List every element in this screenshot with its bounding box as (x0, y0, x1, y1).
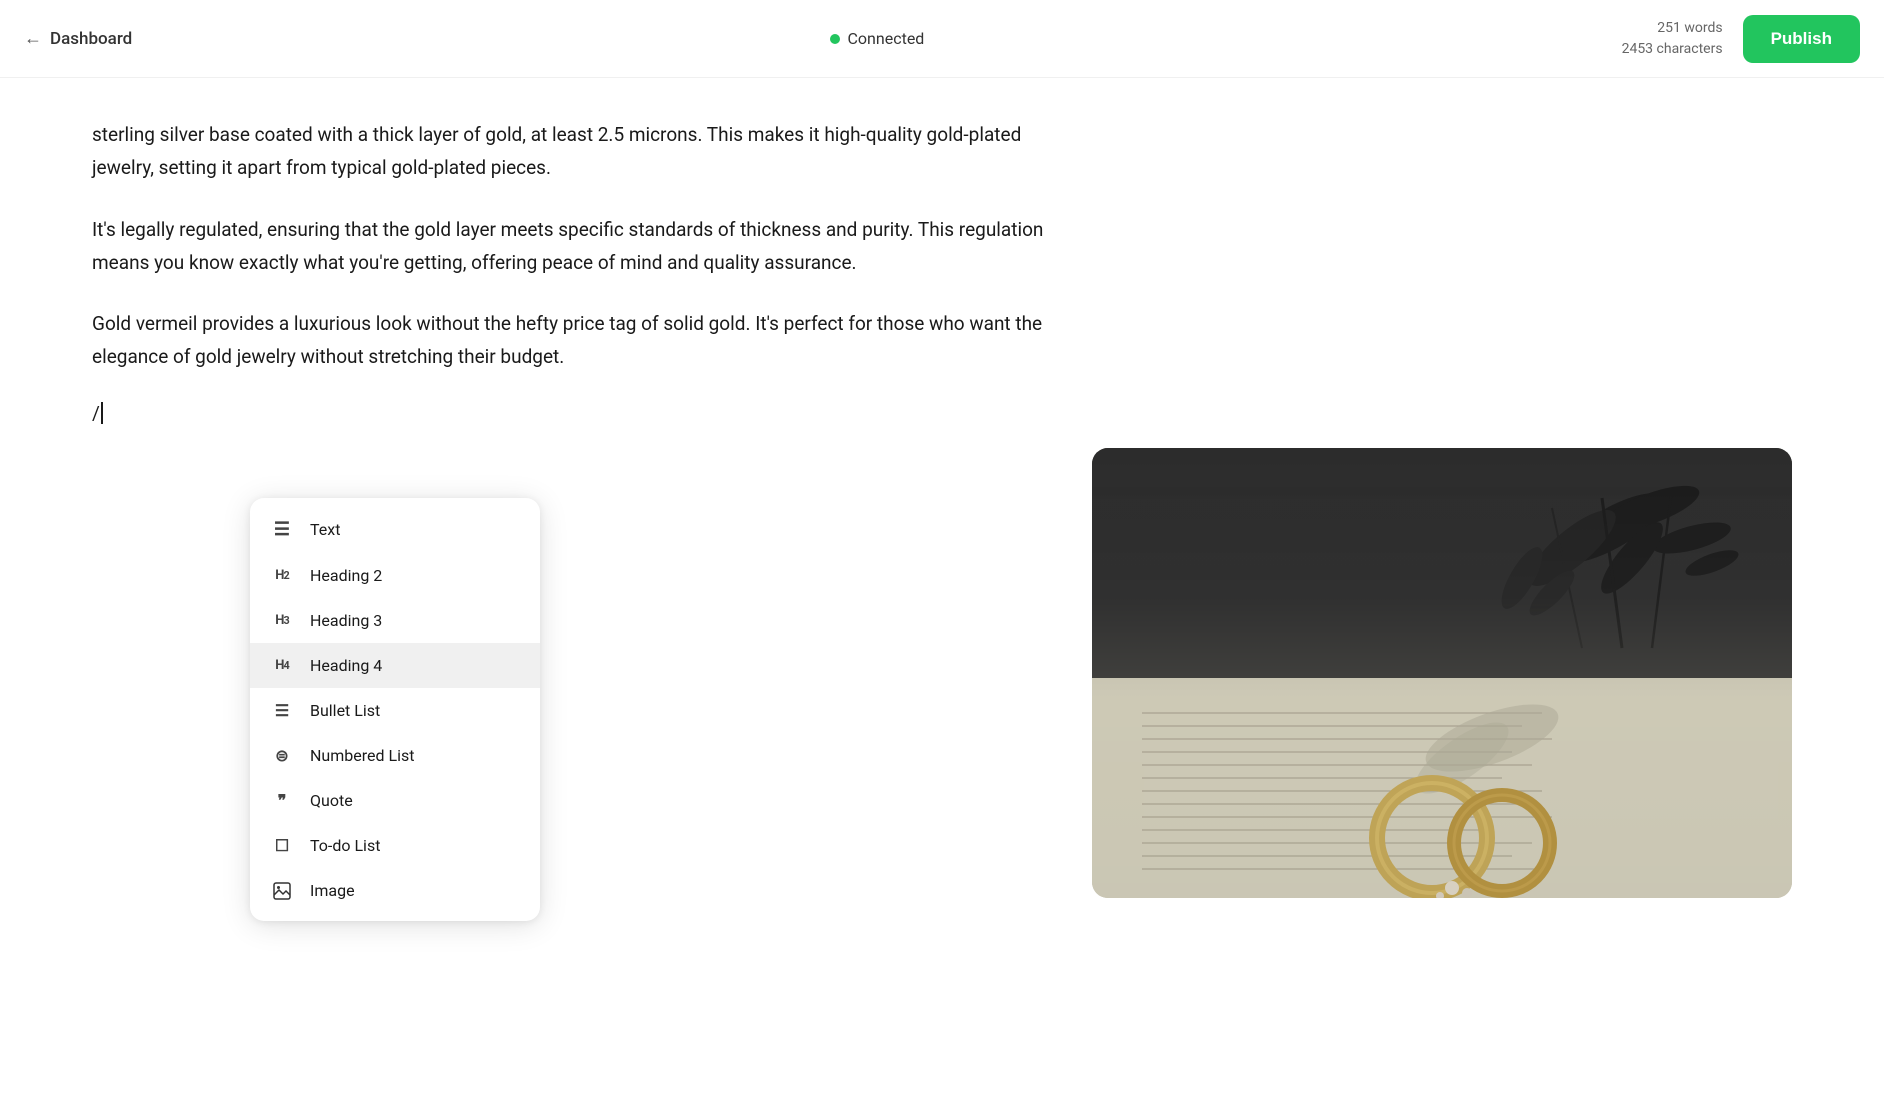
cursor-blink (101, 402, 103, 424)
back-arrow-icon: ← (24, 28, 42, 49)
quote-icon: ❞ (270, 791, 294, 810)
image-icon (270, 882, 294, 900)
bullet-list-label: Bullet List (310, 701, 380, 720)
dashboard-back-button[interactable]: ← Dashboard (24, 28, 132, 49)
editor-cursor-line[interactable]: / (92, 402, 1052, 425)
text-label: Text (310, 520, 340, 539)
slash-menu-item-heading4[interactable]: H4 Heading 4 (250, 643, 540, 688)
slash-menu-item-image[interactable]: Image (250, 868, 540, 913)
word-count-line1: 251 words (1622, 18, 1723, 39)
main-content: sterling silver base coated with a thick… (0, 78, 1884, 938)
publish-button[interactable]: Publish (1743, 15, 1860, 63)
word-count: 251 words 2453 characters (1622, 18, 1723, 60)
paragraph-2[interactable]: It's legally regulated, ensuring that th… (92, 213, 1052, 280)
slash-menu-item-heading3[interactable]: H3 Heading 3 (250, 598, 540, 643)
char-count-line2: 2453 characters (1622, 39, 1723, 60)
dashboard-label: Dashboard (50, 29, 132, 49)
todo-label: To-do List (310, 836, 380, 855)
heading4-label: Heading 4 (310, 656, 382, 675)
connected-label: Connected (848, 29, 925, 48)
heading2-label: Heading 2 (310, 566, 382, 585)
heading3-label: Heading 3 (310, 611, 382, 630)
slash-menu-item-heading2[interactable]: H2 Heading 2 (250, 553, 540, 598)
header: ← Dashboard Connected 251 words 2453 cha… (0, 0, 1884, 78)
image-label: Image (310, 881, 355, 900)
text-icon: ☰ (270, 519, 294, 540)
heading2-icon: H2 (270, 568, 294, 583)
header-right: 251 words 2453 characters Publish (1622, 15, 1860, 63)
slash-menu-item-todo[interactable]: ☐ To-do List (250, 823, 540, 868)
slash-menu-item-bullet-list[interactable]: ☰ Bullet List (250, 688, 540, 733)
jewelry-image (1092, 448, 1792, 898)
editor-area: sterling silver base coated with a thick… (92, 118, 1052, 898)
paragraph-1[interactable]: sterling silver base coated with a thick… (92, 118, 1052, 185)
heading3-icon: H3 (270, 613, 294, 628)
heading4-icon: H4 (270, 658, 294, 673)
numbered-list-label: Numbered List (310, 746, 414, 765)
slash-menu-dropdown: ☰ Text H2 Heading 2 H3 Heading 3 H4 Head… (250, 498, 540, 921)
todo-icon: ☐ (270, 836, 294, 855)
numbered-list-icon: ⊜ (270, 746, 294, 765)
jewelry-scene (1092, 448, 1792, 898)
slash-menu-item-numbered-list[interactable]: ⊜ Numbered List (250, 733, 540, 778)
connected-dot-icon (830, 34, 840, 44)
bullet-list-icon: ☰ (270, 701, 294, 720)
quote-label: Quote (310, 791, 353, 810)
slash-menu-item-quote[interactable]: ❞ Quote (250, 778, 540, 823)
connection-status: Connected (830, 29, 925, 48)
slash-char: / (92, 402, 100, 425)
jewelry-image-block (1092, 118, 1792, 898)
paragraph-3[interactable]: Gold vermeil provides a luxurious look w… (92, 307, 1052, 374)
slash-menu-item-text[interactable]: ☰ Text (250, 506, 540, 553)
